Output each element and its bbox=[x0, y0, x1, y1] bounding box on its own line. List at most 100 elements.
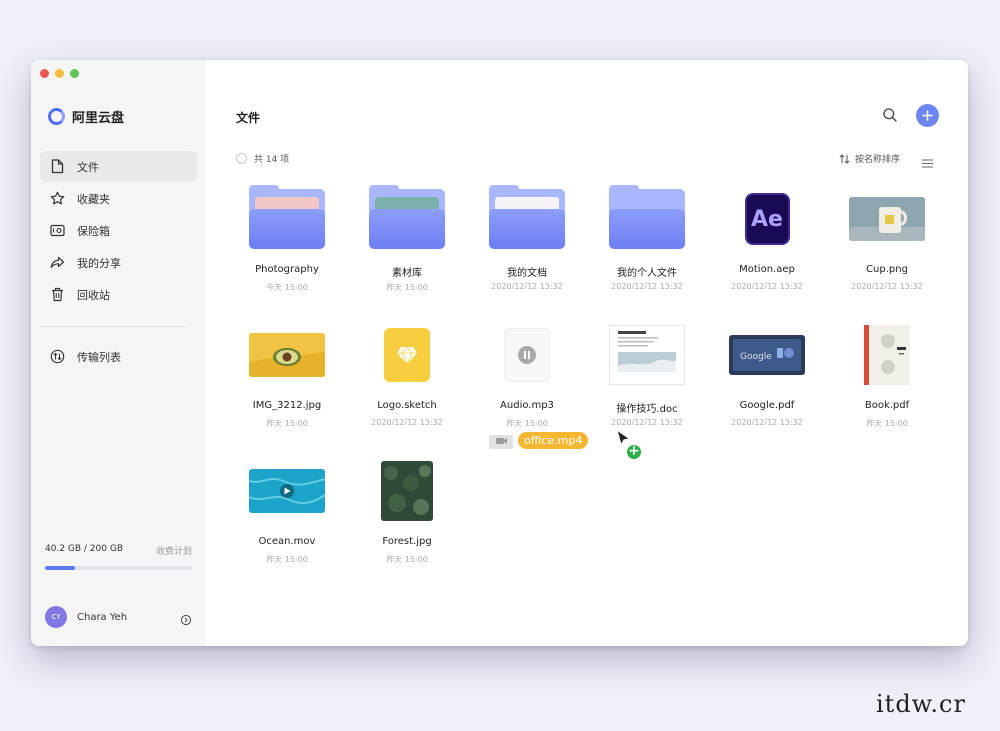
file-thumbnail bbox=[369, 323, 445, 387]
file-name: 我的个人文件 bbox=[617, 268, 677, 279]
sidebar-item-label: 收藏夹 bbox=[77, 192, 110, 206]
list-view-button[interactable] bbox=[922, 153, 933, 168]
video-file-thumbnail bbox=[489, 435, 513, 449]
sidebar-item-label: 文件 bbox=[77, 160, 99, 174]
trash-icon bbox=[49, 287, 65, 303]
storage-usage: 40.2 GB / 200 GB 收费计划 bbox=[45, 544, 192, 570]
file-name: Photography bbox=[255, 264, 319, 275]
file-name: Forest.jpg bbox=[382, 536, 432, 547]
sidebar-item-shares[interactable]: 我的分享 bbox=[40, 247, 197, 278]
sidebar-item-favorites[interactable]: 收藏夹 bbox=[40, 183, 197, 214]
file-name: Book.pdf bbox=[864, 400, 910, 411]
folder-icon bbox=[369, 185, 445, 249]
file-item[interactable]: Google Google.pdf 2020/12/12 13:32 bbox=[707, 323, 827, 448]
file-thumbnail bbox=[249, 185, 325, 251]
app-name: 阿里云盘 bbox=[72, 111, 125, 126]
sidebar-item-trash[interactable]: 回收站 bbox=[40, 279, 197, 310]
close-window-button[interactable] bbox=[40, 69, 49, 78]
file-item[interactable]: Logo.sketch 2020/12/12 13:32 bbox=[347, 323, 467, 448]
file-item[interactable]: 我的文档 2020/12/12 13:32 bbox=[467, 185, 587, 312]
file-name: Logo.sketch bbox=[377, 400, 437, 411]
file-item[interactable]: 我的个人文件 2020/12/12 13:32 bbox=[587, 185, 707, 312]
drag-preview: office.mp4 + bbox=[487, 429, 643, 500]
file-date: 2020/12/12 13:32 bbox=[491, 282, 563, 291]
pricing-plan-link[interactable]: 收费计划 bbox=[156, 544, 192, 557]
audio-file-icon bbox=[504, 328, 550, 382]
file-icon bbox=[49, 159, 65, 175]
file-date: 2020/12/12 13:32 bbox=[611, 282, 683, 291]
sidebar: 阿里云盘 文件 收藏夹 保险箱 我的分享 回收站 传输列表 40.2 GB / … bbox=[31, 60, 206, 646]
page-title: 文件 bbox=[236, 111, 261, 125]
sidebar-item-files[interactable]: 文件 bbox=[40, 151, 197, 182]
file-thumbnail bbox=[489, 323, 565, 387]
sort-icon bbox=[839, 153, 850, 164]
sidebar-item-label: 保险箱 bbox=[77, 224, 110, 238]
avocado-image-thumbnail bbox=[249, 333, 325, 377]
sidebar-item-label: 我的分享 bbox=[77, 256, 121, 270]
user-name: Chara Yeh bbox=[77, 611, 128, 623]
file-date: 昨天 15:00 bbox=[506, 419, 548, 428]
file-date: 昨天 15:00 bbox=[386, 283, 428, 292]
file-item[interactable]: Ae Motion.aep 2020/12/12 13:32 bbox=[707, 187, 827, 312]
transfer-icon bbox=[49, 349, 65, 365]
file-thumbnail bbox=[609, 185, 685, 251]
app-window: 阿里云盘 文件 收藏夹 保险箱 我的分享 回收站 传输列表 40.2 GB / … bbox=[31, 60, 968, 646]
item-count: 共 14 项 bbox=[254, 155, 290, 165]
file-date: 昨天 15:00 bbox=[386, 555, 428, 564]
folder-icon bbox=[609, 185, 685, 249]
window-controls bbox=[40, 69, 79, 78]
file-item[interactable]: Forest.jpg 昨天 15:00 bbox=[347, 459, 467, 584]
file-item[interactable]: Book.pdf 昨天 15:00 bbox=[827, 323, 947, 448]
file-date: 2020/12/12 13:32 bbox=[851, 282, 923, 291]
settings-icon[interactable] bbox=[180, 611, 192, 626]
file-name: IMG_3212.jpg bbox=[252, 400, 322, 411]
sidebar-item-label: 回收站 bbox=[77, 288, 110, 302]
search-button[interactable] bbox=[882, 107, 898, 123]
sidebar-item-safe[interactable]: 保险箱 bbox=[40, 215, 197, 246]
storage-progress-fill bbox=[45, 566, 75, 570]
file-item[interactable]: 素材库 昨天 15:00 bbox=[347, 185, 467, 312]
sidebar-item-transfers[interactable]: 传输列表 bbox=[40, 341, 197, 372]
file-date: 昨天 15:00 bbox=[266, 419, 308, 428]
sketch-file-icon bbox=[384, 328, 430, 382]
select-all-control[interactable]: 共 14 项 bbox=[236, 152, 289, 165]
file-date: 2020/12/12 13:32 bbox=[731, 418, 803, 427]
file-name: 素材库 bbox=[392, 268, 422, 279]
avatar[interactable]: CY bbox=[45, 606, 67, 628]
file-thumbnail: Google bbox=[729, 323, 805, 387]
file-item[interactable]: IMG_3212.jpg 昨天 15:00 bbox=[227, 323, 347, 448]
file-item[interactable]: Photography 今天 15:00 bbox=[227, 185, 347, 312]
file-name: 操作技巧.doc bbox=[616, 404, 678, 415]
file-item[interactable]: Ocean.mov 昨天 15:00 bbox=[227, 459, 347, 584]
cup-image-thumbnail bbox=[849, 197, 925, 241]
sidebar-divider bbox=[40, 326, 188, 327]
google-pdf-thumbnail: Google bbox=[729, 335, 805, 375]
file-name: Ocean.mov bbox=[258, 536, 316, 547]
file-item[interactable]: Cup.png 2020/12/12 13:32 bbox=[827, 187, 947, 312]
add-button[interactable] bbox=[916, 104, 939, 127]
book-pdf-thumbnail bbox=[864, 325, 910, 385]
file-name: 我的文档 bbox=[507, 268, 547, 279]
file-thumbnail bbox=[249, 323, 325, 387]
sort-button[interactable]: 按名称排序 bbox=[839, 152, 900, 165]
app-logo: 阿里云盘 bbox=[48, 107, 124, 126]
ocean-video-thumbnail bbox=[249, 469, 325, 513]
search-icon bbox=[883, 108, 897, 122]
minimize-window-button[interactable] bbox=[55, 69, 64, 78]
select-all-checkbox[interactable] bbox=[236, 153, 247, 164]
file-date: 昨天 15:00 bbox=[866, 419, 908, 428]
document-thumbnail bbox=[609, 325, 685, 385]
zoom-window-button[interactable] bbox=[70, 69, 79, 78]
file-thumbnail bbox=[369, 459, 445, 523]
add-copy-icon: + bbox=[625, 443, 643, 461]
file-date: 2020/12/12 13:32 bbox=[731, 282, 803, 291]
folder-icon bbox=[489, 185, 565, 249]
sidebar-nav: 文件 收藏夹 保险箱 我的分享 回收站 bbox=[40, 151, 197, 311]
storage-used-text: 40.2 GB / 200 GB bbox=[45, 544, 123, 554]
file-name: Cup.png bbox=[866, 264, 908, 275]
file-date: 2020/12/12 13:32 bbox=[371, 418, 443, 427]
file-thumbnail bbox=[609, 323, 685, 387]
star-icon bbox=[49, 191, 65, 207]
user-profile[interactable]: CY Chara Yeh bbox=[45, 606, 192, 628]
cloud-logo-icon bbox=[48, 108, 65, 125]
